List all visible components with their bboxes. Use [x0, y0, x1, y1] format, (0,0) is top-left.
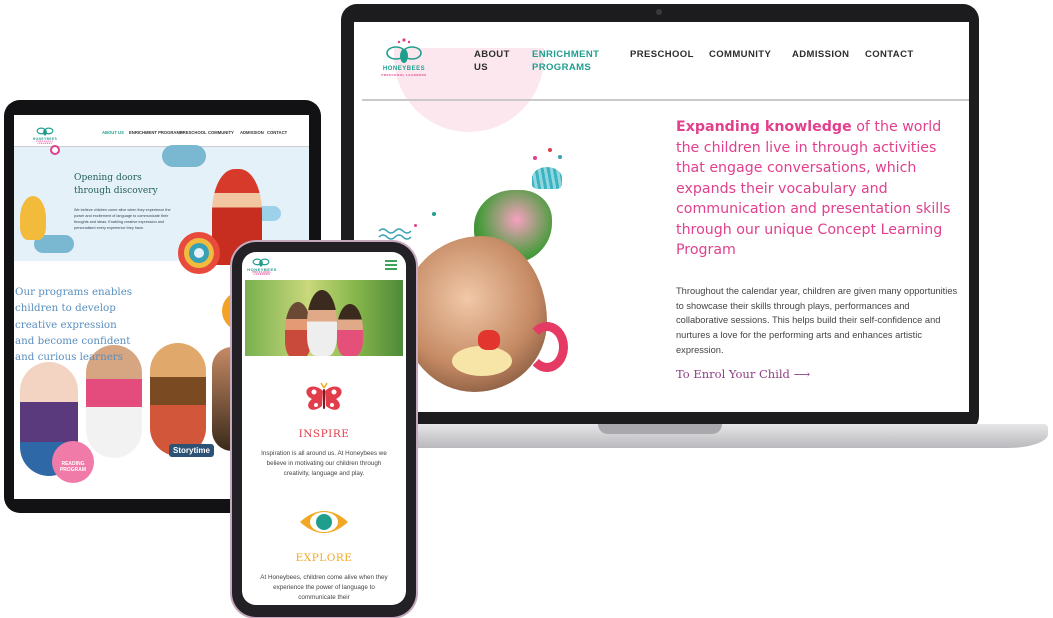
- explore-title: EXPLORE: [295, 552, 353, 564]
- headline-bold: Expanding knowledge: [676, 119, 852, 135]
- bee-logo-icon: [252, 258, 270, 267]
- inspire-title: INSPIRE: [298, 428, 350, 440]
- body-paragraph: Throughout the calendar year, children a…: [676, 286, 958, 355]
- cloud-icon: [162, 145, 206, 167]
- tablet-logo[interactable]: HONEYBEES PRESCHOOL LEARNERS: [33, 123, 57, 145]
- header-divider: [362, 99, 969, 101]
- decor-ring: [50, 145, 60, 155]
- nav-community[interactable]: COMMUNITY: [709, 48, 771, 61]
- bee-logo-icon: [36, 127, 54, 136]
- rainbow-icon: [178, 232, 220, 274]
- photo-storytime: [150, 343, 206, 456]
- wave-icon: [378, 228, 412, 240]
- shell-icon: [532, 167, 562, 189]
- nav-contact[interactable]: CONTACT: [865, 48, 914, 61]
- laptop-screen: HONEYBEES PRESCHOOL LEARNERS ABOUT US EN…: [354, 22, 969, 412]
- hero-text: We believe children come alive when they…: [74, 208, 171, 230]
- laptop-logo[interactable]: HONEYBEES PRESCHOOL LEARNERS: [381, 36, 426, 86]
- decor-dot: [558, 155, 562, 159]
- enrol-link[interactable]: To Enrol Your Child ⟶: [676, 367, 810, 381]
- octopus-icon: [20, 196, 46, 240]
- nav-admission[interactable]: ADMISSION: [792, 48, 849, 61]
- eye-icon: [300, 511, 348, 533]
- decor-dot: [548, 148, 552, 152]
- nav-about-us[interactable]: ABOUT US: [474, 48, 510, 74]
- phone-logo[interactable]: HONEYBEES PRESCHOOL LEARNERS: [247, 254, 278, 278]
- laptop-notch: [598, 424, 722, 434]
- nav-enrichment-programs[interactable]: ENRICHMENT PROGRAMS: [532, 48, 599, 74]
- reading-program-badge[interactable]: READING PROGRAM: [52, 441, 94, 483]
- storytime-label[interactable]: Storytime: [169, 444, 214, 457]
- decor-red-arc: [526, 322, 568, 372]
- decor-dot: [414, 224, 417, 227]
- bee-logo-icon: [386, 38, 422, 63]
- tab-nav-preschool[interactable]: PRESCHOOL: [180, 130, 207, 135]
- decor-dot: [432, 212, 436, 216]
- headline-rest: of the world the children live in throug…: [676, 119, 951, 258]
- phone-screen: HONEYBEES PRESCHOOL LEARNERS INSPIRE Ins…: [242, 252, 406, 605]
- butterfly-icon: [306, 382, 342, 410]
- photo-family: [245, 280, 403, 356]
- nav-preschool[interactable]: PRESCHOOL: [630, 48, 694, 61]
- logo-name: HONEYBEES: [382, 66, 426, 72]
- tab-nav-community[interactable]: COMMUNITY: [208, 130, 234, 135]
- explore-text: At Honeybees, children come alive when t…: [260, 574, 388, 602]
- laptop-camera: [656, 9, 662, 15]
- tab-nav-enrichment[interactable]: ENRICHMENT PROGRAMS: [129, 130, 183, 135]
- tab-nav-contact[interactable]: CONTACT: [267, 130, 287, 135]
- hero-title: Opening doors through discovery: [74, 173, 158, 196]
- logo-tagline: PRESCHOOL LEARNERS: [252, 272, 272, 276]
- tab-nav-about-us[interactable]: ABOUT US: [102, 130, 124, 135]
- programs-text: Our programs enables children to develop…: [15, 286, 133, 364]
- headline: Expanding knowledge of the world the chi…: [676, 117, 961, 261]
- hamburger-menu-icon[interactable]: [385, 260, 397, 270]
- decor-dot: [533, 156, 537, 160]
- logo-tagline: PRESCHOOL LEARNERS: [381, 73, 427, 77]
- inspire-text: Inspiration is all around us. At Honeybe…: [261, 450, 387, 478]
- photo-children-eating: [402, 236, 547, 392]
- tab-nav-admission[interactable]: ADMISSION: [240, 130, 264, 135]
